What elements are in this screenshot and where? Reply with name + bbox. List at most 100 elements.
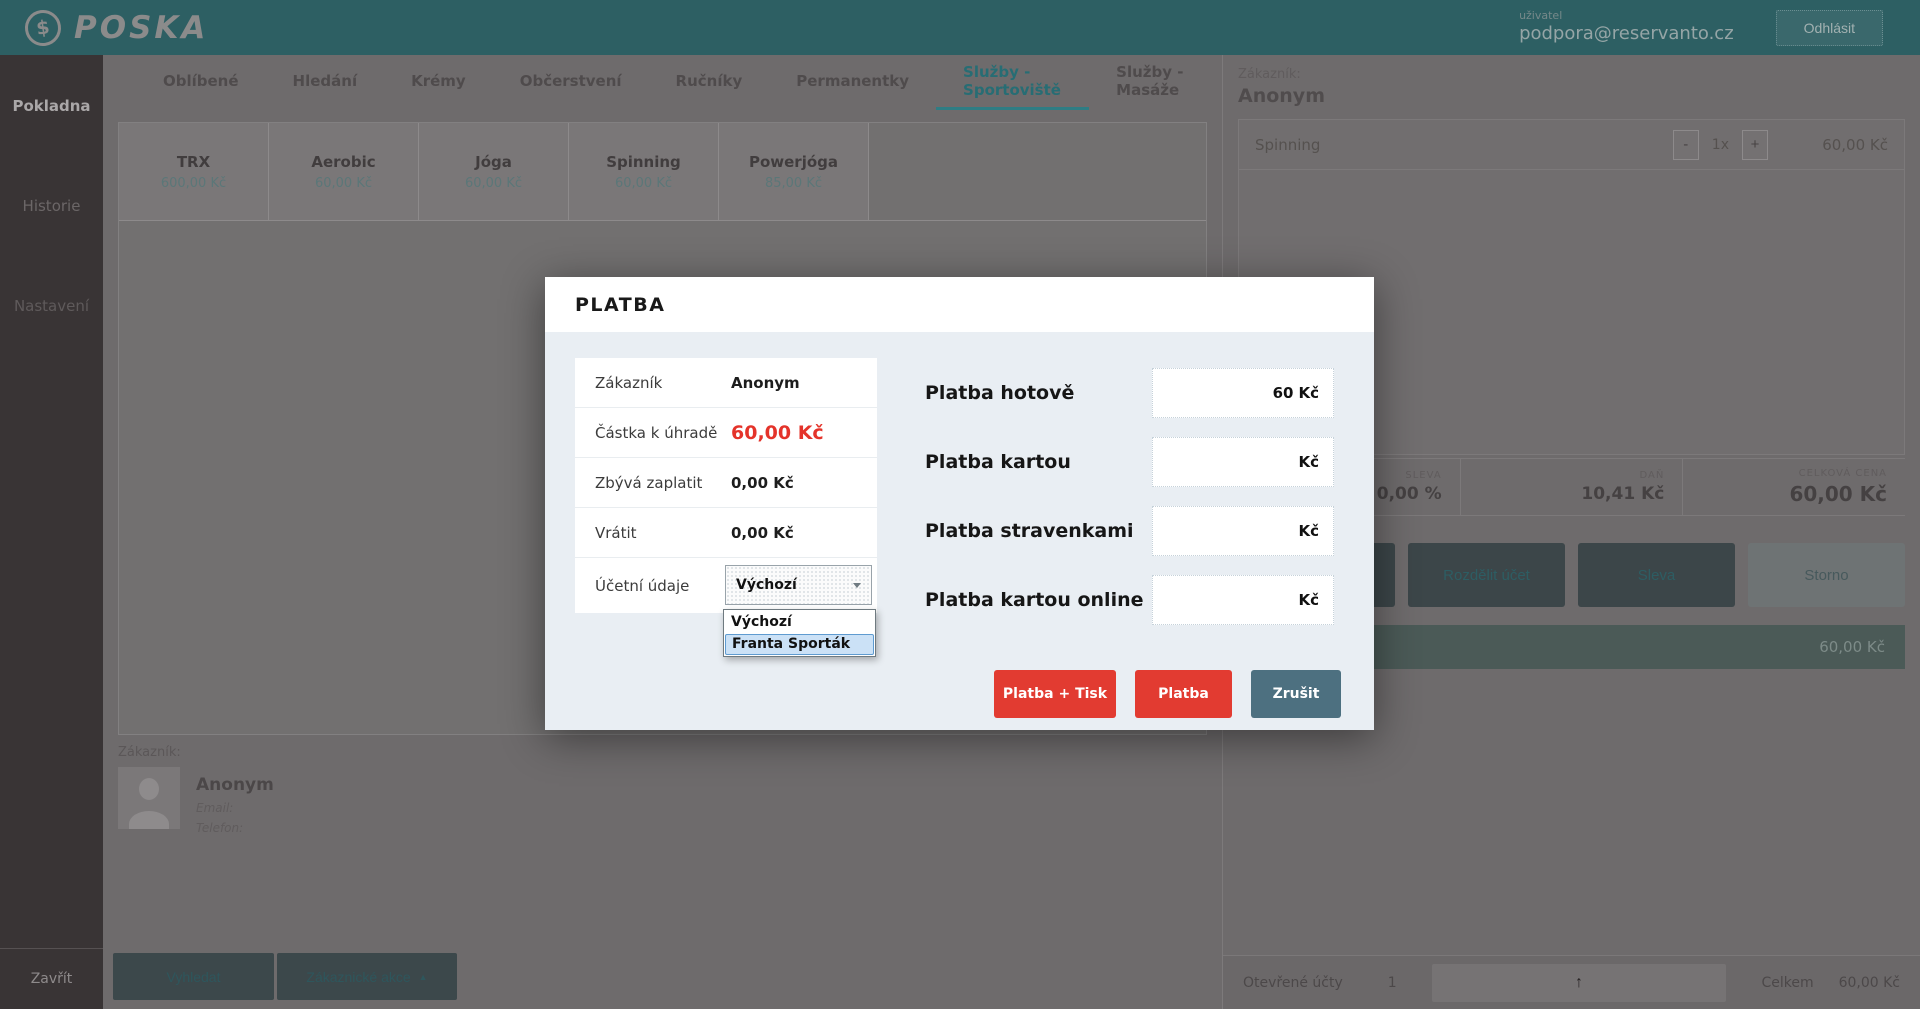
customer-action-buttons: Vyhledat Zákaznické akce ▲	[113, 953, 457, 1000]
pay-bar-amount: 60,00 Kč	[1819, 638, 1885, 656]
discount-button[interactable]: Sleva	[1578, 543, 1735, 607]
tax-value: 10,41 Kč	[1581, 484, 1664, 504]
total-price-label: CELKOVÁ CENA	[1799, 468, 1887, 479]
customer-footer: Zákazník: Anonym Email: Telefon:	[118, 745, 274, 835]
customer-footer-label: Zákazník:	[118, 745, 274, 760]
tab-obcerstveni[interactable]: Občerstvení	[493, 55, 649, 110]
accounting-label: Účetní údaje	[595, 577, 689, 595]
summary-row-remaining: Zbývá zaplatit 0,00 Kč	[575, 458, 877, 508]
payment-field-vouchers: Platba stravenkami Kč	[925, 506, 1334, 556]
coin-dollar-glyph: $	[35, 16, 51, 40]
card-online-amount-input[interactable]	[1183, 591, 1293, 609]
payment-field-card-online: Platba kartou online Kč	[925, 575, 1334, 625]
avatar-person-icon	[129, 811, 169, 829]
sidebar-close-button[interactable]: Zavřít	[0, 948, 103, 1009]
tab-hledani[interactable]: Hledání	[266, 55, 385, 110]
customer-email-label: Email:	[196, 801, 274, 815]
grand-total-label: Celkem	[1761, 975, 1813, 991]
card-online-amount-box[interactable]: Kč	[1152, 575, 1334, 625]
cart-customer-name: Anonym	[1238, 85, 1325, 107]
accounting-dropdown: Výchozí Franta Sporták	[723, 609, 876, 657]
sidebar-item-nastaveni[interactable]: Nastavení	[0, 297, 103, 315]
dropdown-option-franta-sportak[interactable]: Franta Sporták	[725, 634, 874, 655]
cash-amount-input[interactable]	[1183, 384, 1293, 402]
currency-suffix: Kč	[1298, 522, 1319, 540]
caret-up-icon: ▲	[419, 972, 428, 982]
accounting-select[interactable]: Výchozí	[725, 565, 872, 605]
total-price-cell: CELKOVÁ CENA 60,00 Kč	[1682, 459, 1905, 515]
payment-modal-title: PLATBA	[545, 277, 1374, 332]
tax-cell: DAŇ 10,41 Kč	[1460, 459, 1683, 515]
payment-field-cash: Platba hotově Kč	[925, 368, 1334, 418]
vouchers-amount-input[interactable]	[1183, 522, 1293, 540]
tab-oblibene[interactable]: Oblíbené	[136, 55, 266, 110]
payment-summary-card: Zákazník Anonym Částka k úhradě 60,00 Kč…	[575, 358, 877, 613]
product-tile-spinning[interactable]: Spinning 60,00 Kč	[569, 123, 719, 220]
currency-suffix: Kč	[1298, 384, 1319, 402]
product-tile-aerobic[interactable]: Aerobic 60,00 Kč	[269, 123, 419, 220]
storno-button[interactable]: Storno	[1748, 543, 1905, 607]
pay-button[interactable]: Platba	[1135, 670, 1232, 718]
qty-minus-button[interactable]: -	[1673, 130, 1699, 160]
search-customer-button[interactable]: Vyhledat	[113, 953, 274, 1000]
product-name: Jóga	[475, 153, 512, 171]
user-label: uživatel	[1519, 9, 1734, 23]
tab-sluzby-masaze[interactable]: Služby - Masáže	[1089, 55, 1222, 110]
summary-value: Anonym	[731, 374, 800, 392]
split-account-button[interactable]: Rozdělit účet	[1408, 543, 1565, 607]
tax-label: DAŇ	[1639, 470, 1664, 481]
pay-and-print-button[interactable]: Platba + Tisk	[994, 670, 1116, 718]
cart-customer-header: Zákazník: Anonym	[1238, 67, 1325, 107]
summary-row-accounting: Účetní údaje Výchozí	[575, 558, 877, 613]
open-accounts-bar: Otevřené účty 1 ↑ Celkem 60,00 Kč	[1223, 955, 1920, 1009]
summary-row-customer: Zákazník Anonym	[575, 358, 877, 408]
discount-label: SLEVA	[1405, 470, 1441, 481]
qty-value: 1x	[1712, 137, 1729, 153]
product-price: 60,00 Kč	[465, 176, 522, 191]
product-tile-trx[interactable]: TRX 600,00 Kč	[119, 123, 269, 220]
sidebar-item-pokladna[interactable]: Pokladna	[0, 97, 103, 115]
currency-suffix: Kč	[1298, 453, 1319, 471]
tab-sluzby-sportoviste[interactable]: Služby - Sportoviště	[936, 55, 1089, 110]
product-price: 60,00 Kč	[615, 176, 672, 191]
payment-modal: PLATBA Zákazník Anonym Částka k úhradě 6…	[545, 277, 1374, 730]
product-tile-powerjoga[interactable]: Powerjóga 85,00 Kč	[719, 123, 869, 220]
category-tabbar: Oblíbené Hledání Krémy Občerstvení Ruční…	[103, 55, 1222, 110]
collapse-accounts-button[interactable]: ↑	[1432, 964, 1727, 1002]
summary-row-change: Vrátit 0,00 Kč	[575, 508, 877, 558]
tab-kremy[interactable]: Krémy	[384, 55, 493, 110]
currency-suffix: Kč	[1298, 591, 1319, 609]
topbar: $ POSKA uživatel podpora@reservanto.cz O…	[0, 0, 1920, 55]
dropdown-option-vychozi[interactable]: Výchozí	[725, 611, 874, 634]
amount-due-value: 60,00 Kč	[731, 422, 824, 444]
arrow-up-icon: ↑	[1575, 974, 1583, 992]
summary-row-amount-due: Částka k úhradě 60,00 Kč	[575, 408, 877, 458]
cart-item-row: Spinning - 1x + 60,00 Kč	[1239, 120, 1904, 170]
product-name: Spinning	[606, 153, 681, 171]
summary-value: 0,00 Kč	[731, 524, 794, 542]
user-block: uživatel podpora@reservanto.cz	[1519, 9, 1734, 45]
vouchers-amount-box[interactable]: Kč	[1152, 506, 1334, 556]
discount-value: 0,00 %	[1377, 484, 1442, 504]
card-amount-input[interactable]	[1183, 453, 1293, 471]
cancel-button[interactable]: Zrušit	[1251, 670, 1341, 718]
open-accounts-count: 1	[1388, 975, 1397, 991]
tab-rucniky[interactable]: Ručníky	[649, 55, 770, 110]
logout-button[interactable]: Odhlásit	[1776, 10, 1883, 46]
user-email: podpora@reservanto.cz	[1519, 23, 1734, 46]
summary-label: Zbývá zaplatit	[595, 474, 702, 492]
sidebar-item-historie[interactable]: Historie	[0, 197, 103, 215]
product-tile-joga[interactable]: Jóga 60,00 Kč	[419, 123, 569, 220]
customer-actions-button[interactable]: Zákaznické akce ▲	[277, 953, 457, 1000]
app-logo-text: POSKA	[74, 10, 208, 46]
pos-screen: $ POSKA uživatel podpora@reservanto.cz O…	[0, 0, 1920, 1009]
cash-amount-box[interactable]: Kč	[1152, 368, 1334, 418]
product-price: 600,00 Kč	[161, 176, 226, 191]
tab-permanentky[interactable]: Permanentky	[769, 55, 936, 110]
cart-item-controls: - 1x + 60,00 Kč	[1673, 130, 1888, 160]
card-amount-box[interactable]: Kč	[1152, 437, 1334, 487]
product-name: Aerobic	[311, 153, 375, 171]
grand-total-value: 60,00 Kč	[1839, 975, 1900, 991]
product-tiles: TRX 600,00 Kč Aerobic 60,00 Kč Jóga 60,0…	[119, 123, 1206, 221]
qty-plus-button[interactable]: +	[1742, 130, 1768, 160]
